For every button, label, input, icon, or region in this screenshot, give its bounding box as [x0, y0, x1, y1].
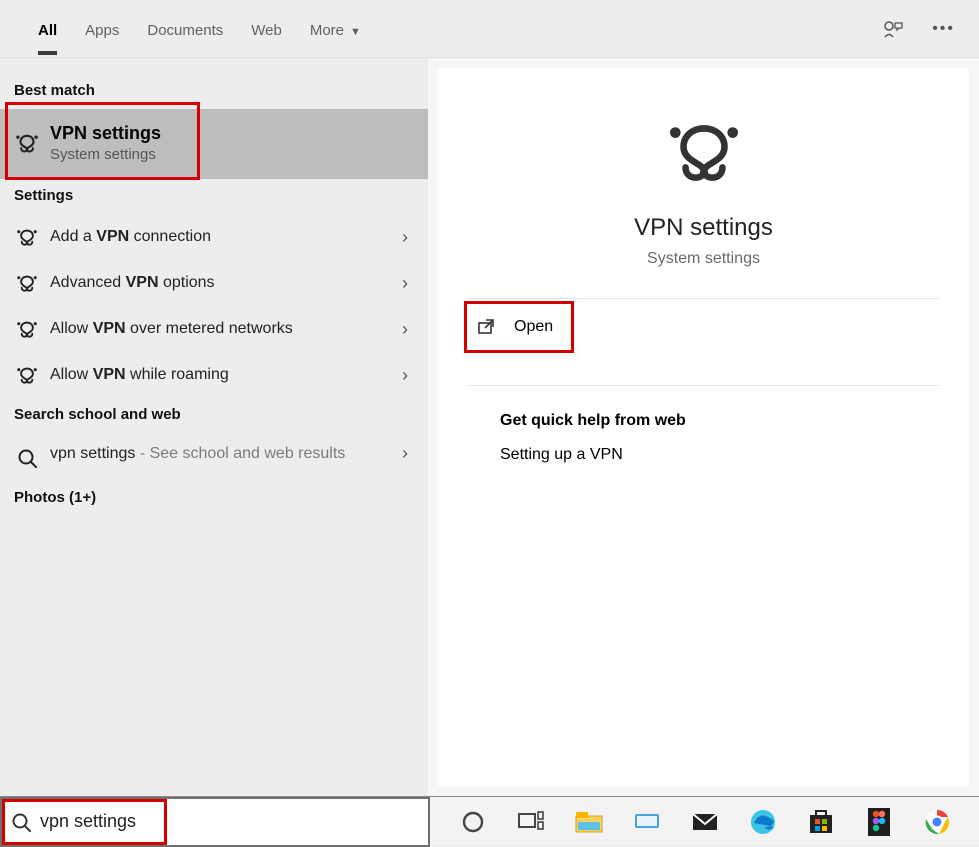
search-icon [14, 445, 40, 471]
open-label: Open [514, 318, 553, 336]
result-allow-vpn-metered[interactable]: Allow VPN over metered networks › [0, 306, 428, 352]
divider [468, 385, 939, 386]
chevron-right-icon: › [396, 319, 414, 340]
chrome-icon[interactable] [922, 807, 952, 837]
chevron-down-icon: ▼ [350, 26, 361, 38]
section-best-match: Best match [0, 74, 428, 109]
section-search-web: Search school and web [0, 398, 428, 433]
search-icon [2, 812, 40, 832]
figma-icon[interactable] [864, 807, 894, 837]
tab-apps[interactable]: Apps [71, 4, 133, 54]
tab-all[interactable]: All [24, 4, 71, 54]
result-best-match-vpn-settings[interactable]: VPN settings System settings [0, 109, 428, 179]
vpn-icon-large [468, 116, 939, 186]
tab-documents[interactable]: Documents [133, 4, 237, 54]
file-explorer-icon[interactable] [574, 807, 604, 837]
tab-more[interactable]: More▼ [296, 4, 375, 54]
vpn-icon [14, 224, 40, 250]
app-icon-keyboard[interactable] [632, 807, 662, 837]
feedback-icon[interactable] [882, 19, 904, 39]
chevron-right-icon: › [396, 227, 414, 248]
chevron-right-icon: › [396, 365, 414, 386]
taskbar-icons [458, 807, 952, 837]
result-web-search[interactable]: vpn settings - See school and web result… [0, 433, 428, 481]
result-add-vpn-connection[interactable]: Add a VPN connection › [0, 214, 428, 260]
taskview-icon[interactable] [516, 807, 546, 837]
microsoft-store-icon[interactable] [806, 807, 836, 837]
quick-help-link-setup-vpn[interactable]: Setting up a VPN [500, 446, 939, 464]
preview-subtitle: System settings [468, 250, 939, 268]
section-settings: Settings [0, 179, 428, 214]
preview-pane: VPN settings System settings Open Get qu… [438, 68, 969, 786]
preview-pane-wrap: VPN settings System settings Open Get qu… [428, 58, 979, 796]
vpn-icon [14, 270, 40, 296]
taskbar [0, 796, 979, 846]
result-advanced-vpn-options[interactable]: Advanced VPN options › [0, 260, 428, 306]
section-photos: Photos (1+) [0, 481, 428, 516]
search-input[interactable] [40, 811, 428, 832]
chevron-right-icon: › [396, 273, 414, 294]
search-tabs: All Apps Documents Web More▼ ••• [0, 0, 979, 58]
mail-icon[interactable] [690, 807, 720, 837]
edge-icon[interactable] [748, 807, 778, 837]
results-pane: Best match VPN settings System settings … [0, 58, 428, 796]
open-button[interactable]: Open [468, 299, 598, 355]
tab-web[interactable]: Web [237, 4, 296, 54]
best-match-title: VPN settings [50, 123, 161, 144]
quick-help-header: Get quick help from web [500, 412, 939, 430]
cortana-icon[interactable] [458, 807, 488, 837]
vpn-icon [14, 362, 40, 388]
preview-title: VPN settings [468, 214, 939, 242]
vpn-icon [14, 316, 40, 342]
chevron-right-icon: › [396, 443, 414, 464]
result-allow-vpn-roaming[interactable]: Allow VPN while roaming › [0, 352, 428, 398]
best-match-subtitle: System settings [50, 146, 161, 163]
taskbar-search[interactable] [0, 797, 430, 847]
vpn-icon [14, 130, 40, 156]
open-icon [476, 317, 496, 337]
more-options-icon[interactable]: ••• [932, 20, 955, 38]
